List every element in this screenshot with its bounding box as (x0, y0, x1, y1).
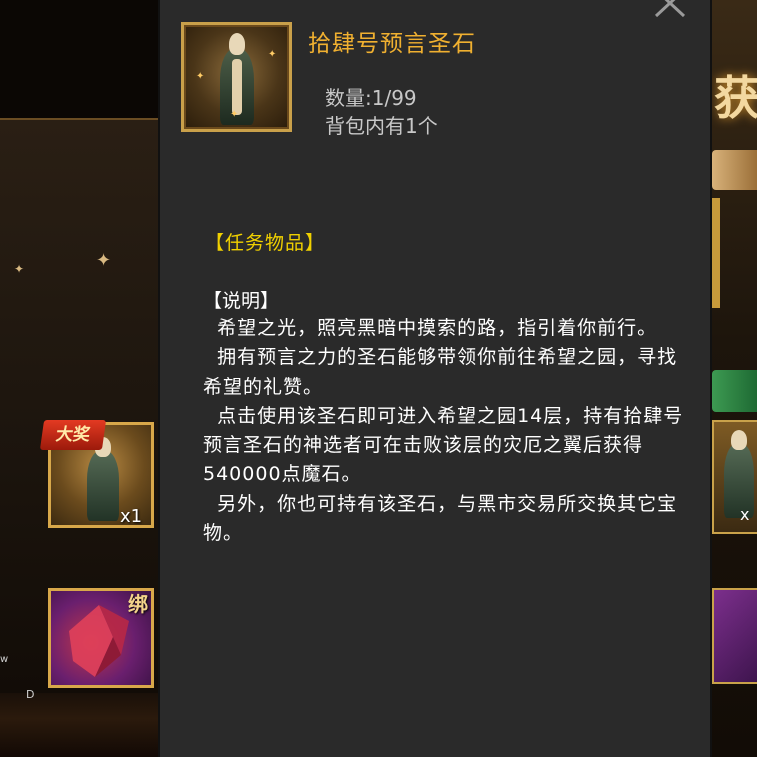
edge-letter: D (26, 688, 35, 701)
reward-tab-green[interactable] (712, 370, 757, 412)
grand-prize-badge: 大奖 (39, 420, 107, 450)
prophecy-stone-statue-icon: ✦ ✦ ✦ (181, 22, 292, 132)
item-description: 希望之光，照亮黑暗中摸索的路，指引着你前行。 拥有预言之力的圣石能够带领你前往希… (203, 317, 684, 545)
item-name: 拾肆号预言圣石 (308, 31, 476, 57)
edge-letter: w (0, 654, 9, 665)
close-icon[interactable] (652, 0, 688, 20)
background-bottom-strip (0, 693, 158, 757)
bound-badge: 绑 (128, 592, 148, 616)
reward-card-statue[interactable] (712, 420, 757, 534)
item-quantity: 数量:1/99 (325, 86, 417, 110)
item-bag-count: 背包内有1个 (325, 114, 438, 138)
sparkle-icon: ✦ (196, 71, 205, 82)
reward-title-glyph: 获 (714, 71, 757, 125)
reward-card-count: x (740, 505, 750, 524)
reward-frame (712, 198, 720, 308)
sparkle-icon: ✦ (230, 109, 239, 120)
reward-card-crystal[interactable] (712, 588, 757, 684)
sparkle-icon: ✦ (96, 250, 112, 271)
reward-tab[interactable] (712, 150, 757, 190)
description-header: 【说明】 (203, 290, 280, 312)
item-type-tag: 【任务物品】 (205, 232, 326, 254)
sparkle-icon: ✦ (14, 262, 25, 276)
reward-card-count: x1 (120, 506, 143, 527)
sparkle-icon: ✦ (268, 49, 277, 60)
